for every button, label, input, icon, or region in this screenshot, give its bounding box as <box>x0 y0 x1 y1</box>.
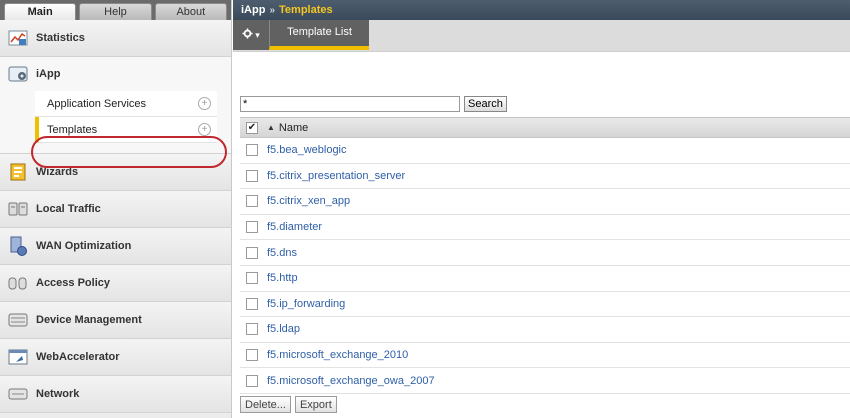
chevron-down-icon: ▾ <box>255 29 260 40</box>
table-row: f5.ldap <box>240 317 850 343</box>
sidebar-subitem-templates[interactable]: Templates + <box>35 117 217 143</box>
sidebar: Main Help About Statistics iApp Applicat… <box>0 0 232 418</box>
table-row: f5.bea_weblogic <box>240 138 850 164</box>
sidebar-item-label: Statistics <box>36 32 85 44</box>
sidebar-item-statistics[interactable]: Statistics <box>0 20 231 57</box>
template-link[interactable]: f5.ip_forwarding <box>267 298 345 310</box>
sidebar-item-label: Device Management <box>36 314 142 326</box>
sidebar-subitem-application-services[interactable]: Application Services + <box>35 91 217 117</box>
table-row: f5.microsoft_exchange_owa_2007 <box>240 368 850 394</box>
gear-icon <box>242 28 253 42</box>
iapp-icon <box>8 64 28 84</box>
tab-help[interactable]: Help <box>79 3 152 20</box>
sidebar-item-wizards[interactable]: Wizards <box>0 154 231 191</box>
network-icon <box>8 384 28 404</box>
table-row: f5.diameter <box>240 215 850 241</box>
row-checkbox[interactable] <box>246 374 258 387</box>
sidebar-item-label: WAN Optimization <box>36 240 132 252</box>
sidebar-item-label: iApp <box>36 68 61 80</box>
wizards-icon <box>8 162 28 182</box>
row-checkbox[interactable] <box>246 144 258 157</box>
sidebar-item-label: WebAccelerator <box>36 351 120 363</box>
add-circle-icon[interactable]: + <box>198 97 211 110</box>
row-checkbox[interactable] <box>246 297 258 310</box>
row-checkbox[interactable] <box>246 246 258 259</box>
template-link[interactable]: f5.diameter <box>267 221 322 233</box>
table-header: ✔ ▲ Name <box>240 117 850 138</box>
table-row: f5.citrix_presentation_server <box>240 164 850 190</box>
main-panel: iApp » Templates ▾ Template List Search … <box>233 0 850 418</box>
sidebar-item-network[interactable]: Network <box>0 376 231 413</box>
sidebar-section-iapp: iApp Application Services + Templates + <box>0 57 231 154</box>
tab-template-list[interactable]: Template List <box>269 20 369 50</box>
select-all-checkbox[interactable]: ✔ <box>246 121 258 134</box>
sidebar-item-label: Local Traffic <box>36 203 101 215</box>
statistics-icon <box>8 28 28 48</box>
template-link[interactable]: f5.bea_weblogic <box>267 144 347 156</box>
template-table: ✔ ▲ Name f5.bea_weblogic f5.citrix_presen… <box>240 117 850 394</box>
device-management-icon <box>8 310 28 330</box>
row-checkbox[interactable] <box>246 221 258 234</box>
breadcrumb: iApp » Templates <box>233 0 850 20</box>
template-link[interactable]: f5.microsoft_exchange_owa_2007 <box>267 375 435 387</box>
table-row: f5.dns <box>240 240 850 266</box>
add-circle-icon[interactable]: + <box>198 123 211 136</box>
sort-ascending-icon[interactable]: ▲ <box>267 123 275 132</box>
table-row: f5.ip_forwarding <box>240 292 850 318</box>
column-header-name[interactable]: Name <box>279 122 308 134</box>
row-checkbox[interactable] <box>246 272 258 285</box>
access-policy-icon <box>8 273 28 293</box>
delete-button[interactable]: Delete... <box>240 396 291 413</box>
template-link[interactable]: f5.dns <box>267 247 297 259</box>
sidebar-subitem-label: Templates <box>47 123 98 136</box>
local-traffic-icon <box>8 199 28 219</box>
row-checkbox[interactable] <box>246 349 258 362</box>
table-row: f5.microsoft_exchange_2010 <box>240 343 850 369</box>
search-button[interactable]: Search <box>464 96 507 112</box>
sidebar-item-local-traffic[interactable]: Local Traffic <box>0 191 231 228</box>
search-input[interactable] <box>240 96 460 112</box>
sidebar-item-label: Network <box>36 388 80 400</box>
row-checkbox[interactable] <box>246 195 258 208</box>
template-link[interactable]: f5.citrix_presentation_server <box>267 170 405 182</box>
gear-menu-button[interactable]: ▾ <box>233 20 269 50</box>
breadcrumb-separator: » <box>269 4 276 16</box>
breadcrumb-current: Templates <box>279 4 333 16</box>
table-row: f5.citrix_xen_app <box>240 189 850 215</box>
sidebar-item-access-policy[interactable]: Access Policy <box>0 265 231 302</box>
sidebar-item-device-management[interactable]: Device Management <box>0 302 231 339</box>
tab-main[interactable]: Main <box>4 3 77 20</box>
sidebar-item-wan-optimization[interactable]: WAN Optimization <box>0 228 231 265</box>
sidebar-item-label: Access Policy <box>36 277 110 289</box>
wan-optimization-icon <box>8 236 28 256</box>
template-link[interactable]: f5.microsoft_exchange_2010 <box>267 349 408 361</box>
sidebar-item-label: Wizards <box>36 166 79 178</box>
sidebar-item-iapp[interactable]: iApp <box>0 57 231 91</box>
breadcrumb-root[interactable]: iApp <box>241 4 265 16</box>
table-actions: Delete... Export <box>240 396 337 413</box>
row-checkbox[interactable] <box>246 169 258 182</box>
template-link[interactable]: f5.http <box>267 272 298 284</box>
webaccelerator-icon <box>8 347 28 367</box>
table-body: f5.bea_weblogic f5.citrix_presentation_se… <box>240 138 850 394</box>
row-checkbox[interactable] <box>246 323 258 336</box>
tab-about[interactable]: About <box>154 3 227 20</box>
sidebar-item-webaccelerator[interactable]: WebAccelerator <box>0 339 231 376</box>
toolbar: ▾ Template List <box>233 20 850 52</box>
table-row: f5.http <box>240 266 850 292</box>
search-row: Search <box>240 96 507 112</box>
template-link[interactable]: f5.ldap <box>267 323 300 335</box>
template-link[interactable]: f5.citrix_xen_app <box>267 195 350 207</box>
export-button[interactable]: Export <box>294 396 337 413</box>
sidebar-subitem-label: Application Services <box>47 97 147 110</box>
top-tab-bar: Main Help About <box>0 0 231 20</box>
